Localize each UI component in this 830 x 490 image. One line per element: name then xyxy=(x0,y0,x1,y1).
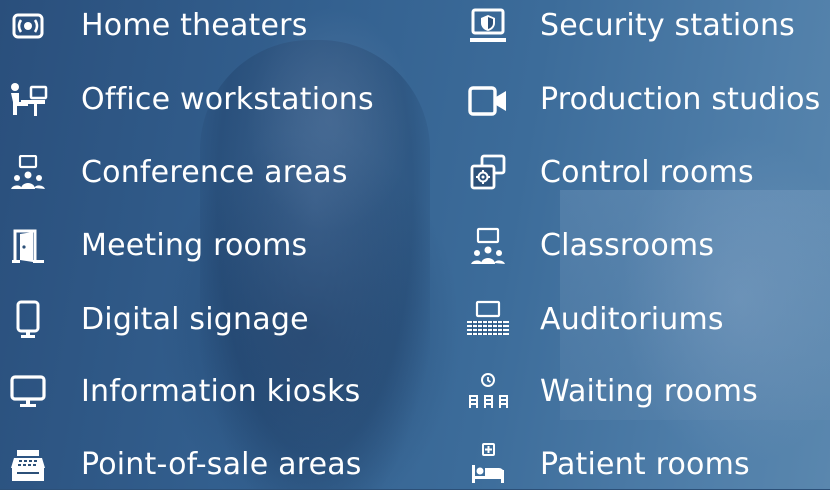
list-item-label: Classrooms xyxy=(540,228,715,263)
list-item-label: Auditoriums xyxy=(540,302,724,337)
video-camera-icon xyxy=(462,78,514,122)
list-item-label: Control rooms xyxy=(540,155,754,190)
security-station-icon xyxy=(462,4,514,48)
waiting-room-icon xyxy=(462,370,514,414)
list-item-label: Production studios xyxy=(540,82,821,117)
list-item-label: Security stations xyxy=(540,8,796,43)
point-of-sale-icon xyxy=(2,443,54,487)
use-case-grid: Home theaters Office workstations Confer… xyxy=(0,0,830,489)
list-item-label: Meeting rooms xyxy=(81,228,308,263)
conference-area-icon xyxy=(2,151,54,195)
list-item-label: Patient rooms xyxy=(540,447,750,482)
list-item-label: Waiting rooms xyxy=(540,374,758,409)
digital-signage-icon xyxy=(2,298,54,342)
office-workstation-icon xyxy=(2,78,54,122)
patient-room-icon xyxy=(462,443,514,487)
list-item-label: Digital signage xyxy=(81,302,309,337)
list-item-label: Office workstations xyxy=(81,82,374,117)
list-item-label: Conference areas xyxy=(81,155,348,190)
home-theater-icon xyxy=(2,4,54,48)
auditorium-icon xyxy=(462,298,514,342)
meeting-room-door-icon xyxy=(2,224,54,268)
control-room-icon xyxy=(462,151,514,195)
list-item-label: Point-of-sale areas xyxy=(81,447,362,482)
list-item-label: Information kiosks xyxy=(81,374,361,409)
list-item-label: Home theaters xyxy=(81,8,308,43)
information-kiosk-icon xyxy=(2,370,54,414)
classroom-icon xyxy=(462,224,514,268)
